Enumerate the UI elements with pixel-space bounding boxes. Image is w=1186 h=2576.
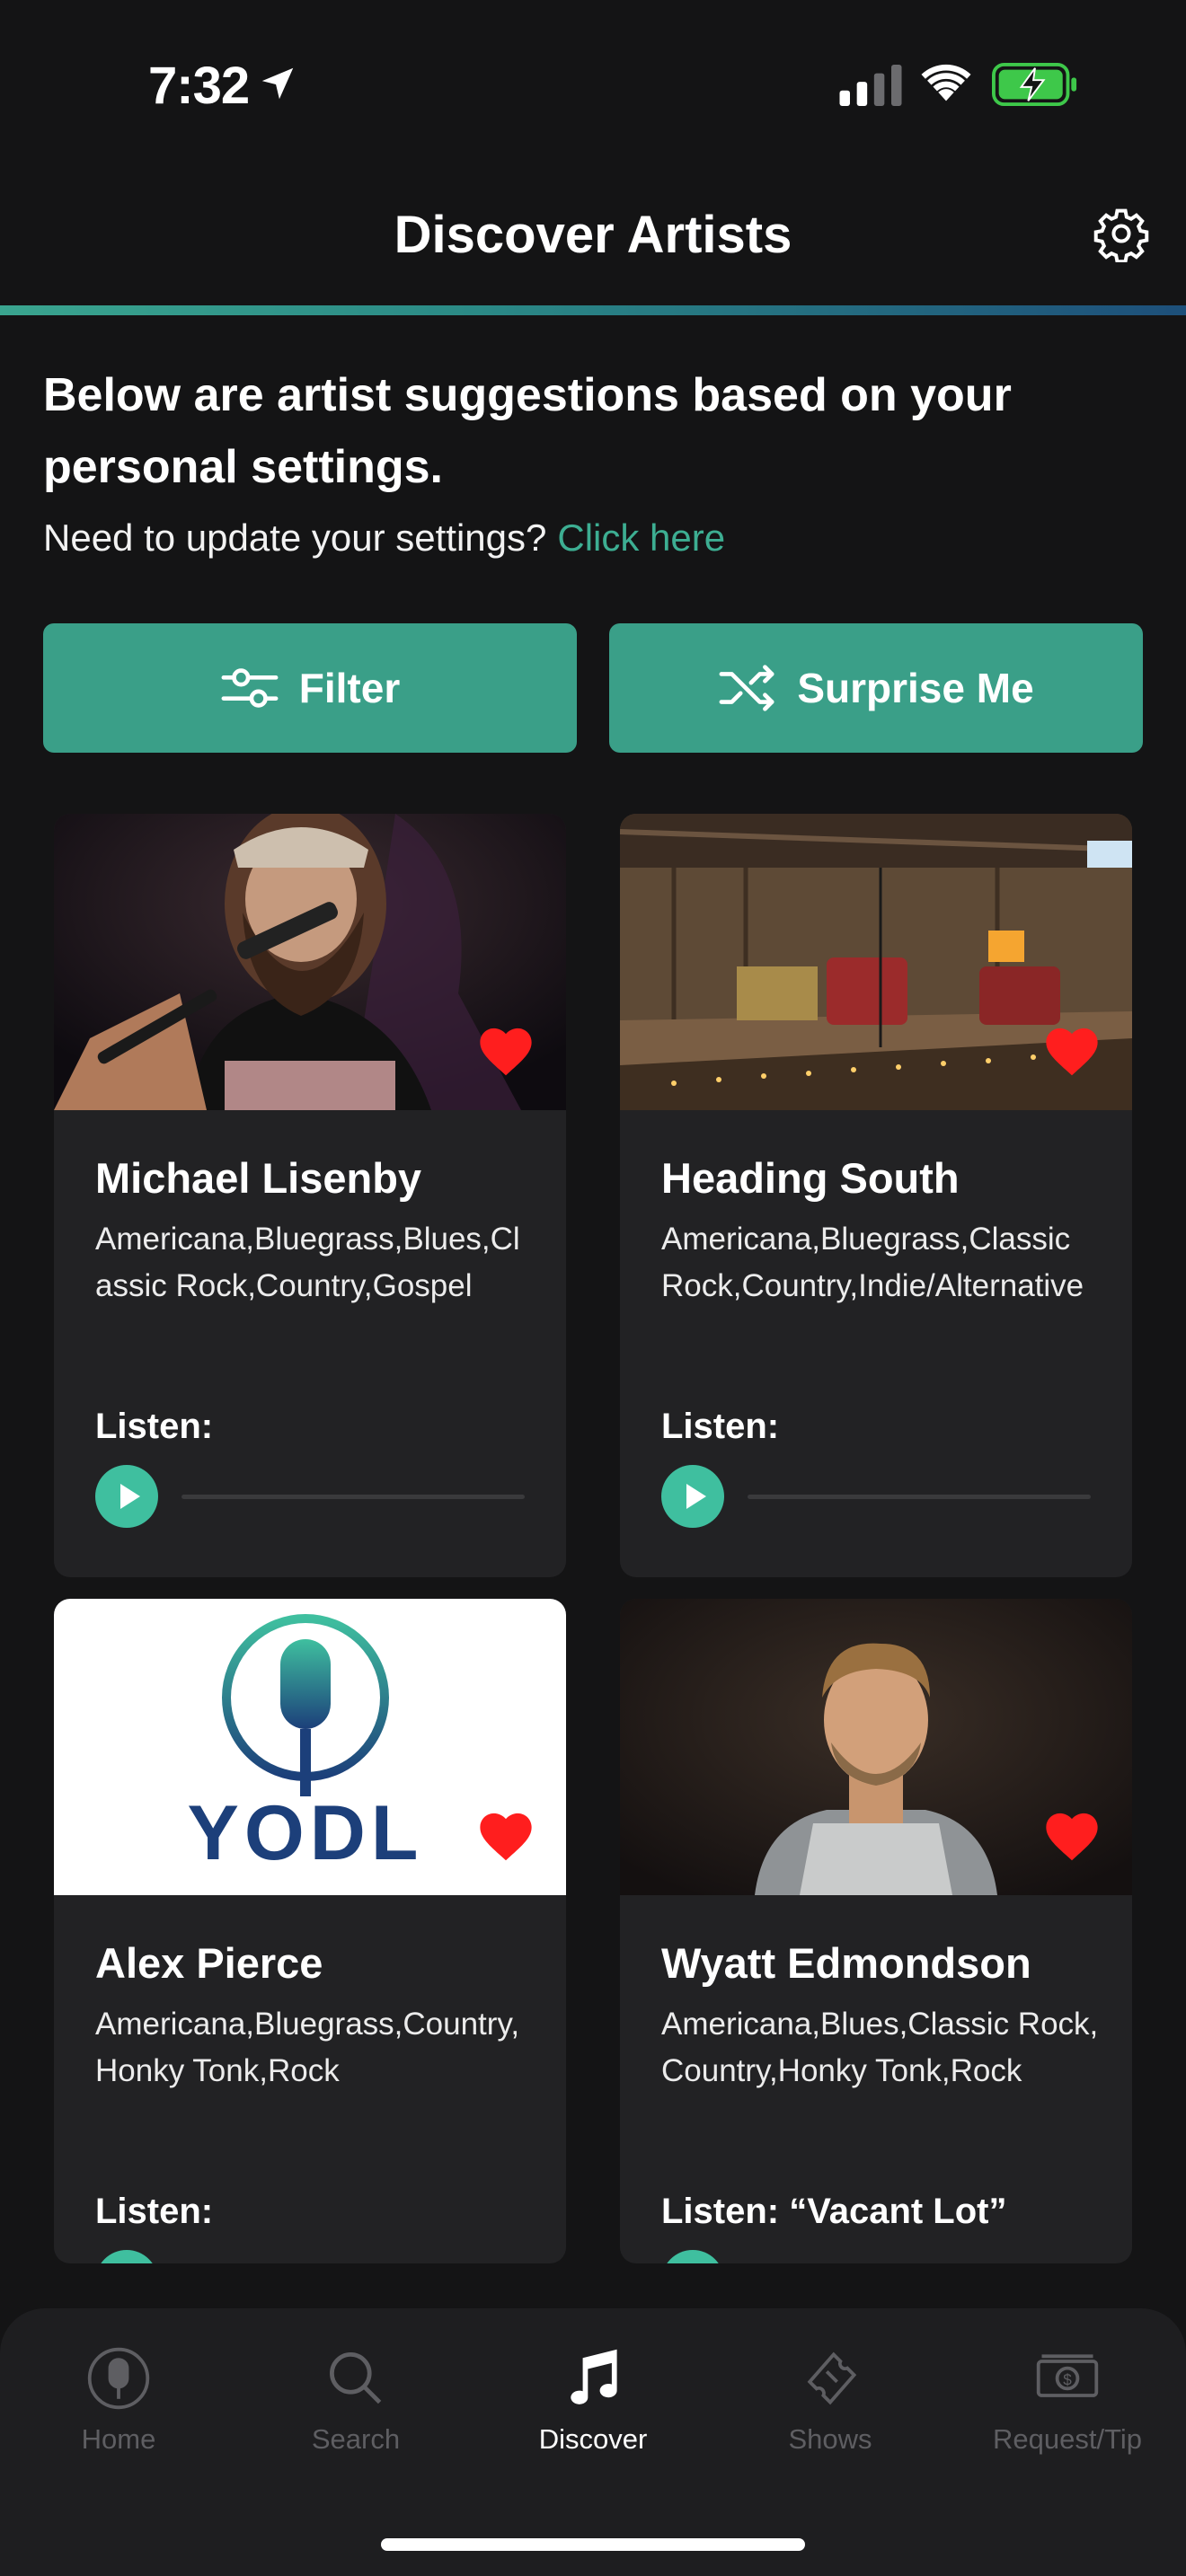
play-button[interactable] — [95, 2250, 158, 2263]
artist-photo — [620, 1599, 1132, 1895]
intro-heading: Below are artist suggestions based on yo… — [43, 369, 1012, 493]
favorite-heart-icon[interactable] — [1042, 1024, 1102, 1078]
audio-progress-slider[interactable] — [748, 1495, 1091, 1499]
filter-button-label: Filter — [298, 665, 401, 711]
tab-discover-label: Discover — [538, 2423, 648, 2455]
shuffle-icon — [719, 665, 774, 711]
artist-name: Michael Lisenby — [95, 1154, 422, 1202]
artist-card[interactable]: Michael Lisenby Americana,Bluegrass,Blue… — [54, 814, 566, 1577]
status-bar: 7:32 — [0, 0, 1186, 171]
surprise-me-button[interactable]: Surprise Me — [609, 623, 1143, 753]
artist-logo-image: YODL — [54, 1599, 566, 1895]
artist-card[interactable]: Heading South Americana,Bluegrass,Classi… — [620, 814, 1132, 1577]
home-indicator[interactable] — [381, 2538, 805, 2551]
artist-name: Wyatt Edmondson — [661, 1939, 1031, 1987]
artist-photo — [54, 814, 566, 1110]
listen-label: Listen: — [95, 2192, 214, 2231]
artist-genres: Americana,Bluegrass,Classic Rock,Country… — [661, 1222, 1084, 1303]
artist-name: Heading South — [661, 1154, 960, 1202]
battery-charging-icon — [992, 63, 1077, 106]
surprise-button-label: Surprise Me — [797, 665, 1034, 711]
settings-prompt-text: Need to update your settings? — [43, 516, 547, 559]
svg-text:$: $ — [1063, 2372, 1072, 2389]
listen-label: Listen: — [95, 1407, 214, 1446]
artist-name: Alex Pierce — [95, 1939, 323, 1987]
artist-card[interactable]: Wyatt Edmondson Americana,Blues,Classic … — [620, 1599, 1132, 2263]
bottom-tab-bar: Home Search Discover Shows $ Request/Tip — [0, 2308, 1186, 2576]
play-button[interactable] — [95, 1465, 158, 1528]
artist-photo — [620, 814, 1132, 1110]
tab-request-tip-label: Request/Tip — [993, 2423, 1142, 2455]
tab-home-label: Home — [81, 2423, 156, 2455]
tab-shows[interactable]: Shows — [722, 2344, 938, 2456]
yodl-logo-text: YODL — [188, 1790, 424, 1876]
artist-card[interactable]: YODL Alex Pierce Americana,Bluegrass,Cou… — [54, 1599, 566, 2263]
top-navigation-bar: Discover Artists — [0, 171, 1186, 305]
tab-home[interactable]: Home — [11, 2344, 226, 2456]
search-icon — [330, 2352, 382, 2404]
money-icon: $ — [1036, 2354, 1099, 2397]
settings-prompt: Need to update your settings? Click here — [43, 516, 725, 560]
artist-genres: Americana,Bluegrass,Country,Honky Tonk,R… — [95, 2007, 520, 2088]
cellular-signal-icon — [839, 65, 902, 106]
listen-label: Listen: “Vacant Lot” — [661, 2192, 1007, 2231]
artist-genres: Americana,Bluegrass,Blues,Classic Rock,C… — [95, 1222, 520, 1303]
ticket-icon — [807, 2351, 857, 2405]
mic-icon — [87, 2347, 150, 2410]
page-title: Discover Artists — [394, 206, 792, 264]
favorite-heart-icon[interactable] — [1042, 1809, 1102, 1863]
tab-shows-label: Shows — [788, 2423, 872, 2455]
listen-label: Listen: — [661, 1407, 780, 1446]
wifi-icon — [921, 64, 971, 101]
sliders-icon — [221, 668, 279, 708]
play-button[interactable] — [661, 1465, 724, 1528]
tab-search[interactable]: Search — [248, 2344, 464, 2456]
filter-button[interactable]: Filter — [43, 623, 577, 753]
favorite-heart-icon[interactable] — [476, 1809, 535, 1863]
audio-progress-slider[interactable] — [181, 1495, 525, 1499]
tab-request-tip[interactable]: $ Request/Tip — [960, 2344, 1175, 2456]
header-gradient-divider — [0, 305, 1186, 315]
artist-genres: Americana,Blues,Classic Rock,Country,Hon… — [661, 2007, 1099, 2088]
play-button[interactable] — [661, 2250, 724, 2263]
location-arrow-icon — [261, 67, 294, 100]
music-note-icon — [571, 2349, 617, 2404]
status-time: 7:32 — [148, 57, 250, 115]
settings-link[interactable]: Click here — [557, 516, 725, 559]
settings-gear-icon[interactable] — [1093, 205, 1150, 262]
tab-discover[interactable]: Discover — [485, 2344, 701, 2456]
tab-search-label: Search — [311, 2423, 401, 2455]
favorite-heart-icon[interactable] — [476, 1024, 535, 1078]
